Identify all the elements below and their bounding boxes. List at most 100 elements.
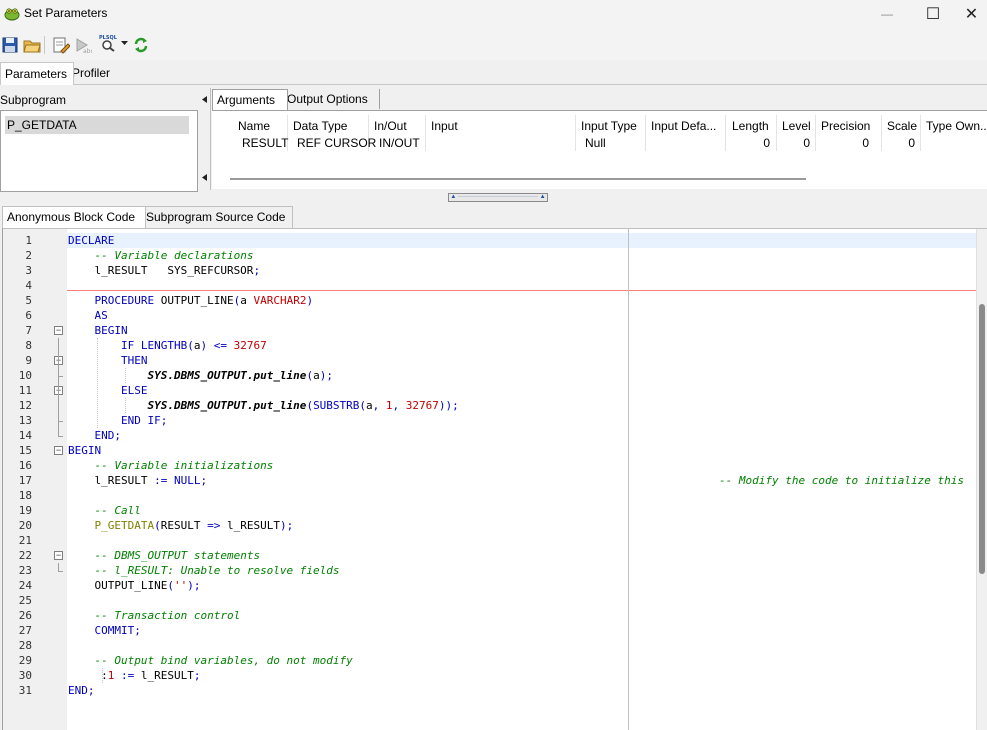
code-line[interactable]: -- Call	[68, 503, 141, 518]
code-line[interactable]: -- Transaction control	[68, 608, 241, 623]
code-line[interactable]: -- l_RESULT: Unable to resolve fields	[68, 563, 340, 578]
code-line[interactable]: -- Variable declarations	[68, 248, 254, 263]
line-number: 5	[25, 294, 32, 307]
col-header-type-owner[interactable]: Type Own...	[926, 117, 987, 135]
fold-toggle-icon[interactable]: −	[54, 551, 63, 560]
line-number: 21	[18, 534, 32, 547]
code-line[interactable]: l_RESULT SYS_REFCURSOR;	[68, 263, 260, 278]
current-line-highlight	[67, 233, 976, 248]
col-header-level[interactable]: Level	[782, 117, 811, 135]
debug-icon[interactable]: abc	[74, 36, 92, 54]
cell-length[interactable]: 0	[730, 135, 770, 151]
scroll-left-icon[interactable]	[202, 96, 208, 103]
col-header-name[interactable]: Name	[238, 117, 270, 135]
inline-comment: -- Modify the code to initialize this	[719, 474, 965, 487]
cell-name[interactable]: RESULT	[242, 135, 288, 151]
col-header-input[interactable]: Input	[431, 117, 458, 135]
fold-end-tick	[58, 436, 63, 437]
subprogram-list[interactable]: P_GETDATA	[0, 110, 198, 192]
code-line[interactable]: ELSE	[68, 383, 148, 398]
code-line[interactable]: END;	[68, 683, 95, 698]
code-line[interactable]: THEN	[68, 353, 148, 368]
maximize-icon: ☐	[925, 6, 941, 23]
code-line[interactable]: OUTPUT_LINE('');	[68, 578, 200, 593]
col-header-scale[interactable]: Scale	[887, 117, 917, 135]
splitter-handle[interactable]: ▲ ······································…	[448, 193, 548, 202]
cell-level[interactable]: 0	[780, 135, 810, 151]
code-line[interactable]: END;	[68, 428, 122, 443]
col-separator	[920, 115, 921, 151]
col-header-input-default[interactable]: Input Defa...	[651, 117, 721, 135]
code-line[interactable]: PROCEDURE OUTPUT_LINE(a VARCHAR2)	[68, 293, 314, 308]
indent-guide	[102, 668, 104, 683]
tab-arguments[interactable]: Arguments	[212, 89, 288, 110]
fold-range-line	[58, 563, 59, 571]
edit-icon[interactable]	[52, 36, 70, 54]
open-folder-icon[interactable]	[23, 36, 41, 54]
window-title: Set Parameters	[24, 6, 108, 20]
line-number: 23	[18, 564, 32, 577]
fold-end-tick	[58, 571, 63, 572]
code-line[interactable]: DECLARE	[68, 233, 114, 248]
fold-toggle-icon[interactable]: −	[54, 326, 63, 335]
line-number: 4	[25, 279, 32, 292]
line-number: 2	[25, 249, 32, 262]
cell-data-type[interactable]: REF CURSOR	[297, 135, 376, 151]
code-line[interactable]: l_RESULT := NULL;	[68, 473, 207, 488]
code-line[interactable]: -- Variable initializations	[68, 458, 274, 473]
args-scroll-strip[interactable]	[200, 88, 211, 190]
code-line[interactable]: END IF;	[68, 413, 167, 428]
tab-parameters[interactable]: Parameters	[0, 62, 74, 85]
code-line[interactable]: -- Output bind variables, do not modify	[68, 653, 353, 668]
tab-output-options[interactable]: Output Options	[283, 89, 380, 109]
minimize-button[interactable]: —	[864, 0, 910, 28]
code-line[interactable]: SYS.DBMS_OUTPUT.put_line(a);	[68, 368, 332, 383]
tab-subprogram-source-code[interactable]: Subprogram Source Code	[141, 206, 293, 228]
code-line[interactable]: :1 := l_RESULT;	[68, 668, 200, 683]
col-header-in-out[interactable]: In/Out	[374, 117, 407, 135]
cell-in-out[interactable]: IN/OUT	[379, 135, 420, 151]
code-line[interactable]: -- DBMS_OUTPUT statements	[68, 548, 261, 563]
line-number: 26	[18, 609, 32, 622]
cell-input-type[interactable]: Null	[585, 135, 606, 151]
line-number: 20	[18, 519, 32, 532]
cell-scale[interactable]: 0	[885, 135, 915, 151]
col-header-data-type[interactable]: Data Type	[293, 117, 347, 135]
fold-toggle-icon[interactable]: −	[54, 446, 63, 455]
maximize-button[interactable]: ☐	[910, 0, 956, 28]
col-header-precision[interactable]: Precision	[821, 117, 870, 135]
tab-anonymous-block-code[interactable]: Anonymous Block Code	[2, 206, 146, 228]
horizontal-scrollbar[interactable]	[230, 178, 806, 180]
close-button[interactable]: ✕	[956, 0, 987, 28]
code-editor[interactable]: 1 DECLARE 2 -- Variable declarations 3 l_RE…	[2, 228, 987, 730]
fold-range-line	[58, 398, 59, 421]
col-header-input-type[interactable]: Input Type	[581, 117, 637, 135]
col-header-length[interactable]: Length	[732, 117, 769, 135]
right-margin-line	[628, 229, 629, 730]
line-number: 11	[18, 384, 32, 397]
cell-precision[interactable]: 0	[819, 135, 869, 151]
code-line[interactable]: BEGIN	[68, 323, 128, 338]
code-line[interactable]: COMMIT;	[68, 623, 141, 638]
tab-divider	[0, 84, 987, 85]
code-line[interactable]: BEGIN	[68, 443, 101, 458]
line-number: 8	[25, 339, 32, 352]
error-marker-line	[67, 290, 976, 291]
dbms-output-icon[interactable]: PLSQL	[99, 34, 117, 52]
tab-profiler[interactable]: Profiler	[68, 62, 122, 84]
toolbar-separator	[44, 36, 45, 54]
code-line[interactable]: AS	[68, 308, 108, 323]
refresh-icon[interactable]	[132, 36, 150, 54]
line-number: 31	[18, 684, 32, 697]
subprogram-item[interactable]: P_GETDATA	[5, 116, 189, 134]
vertical-scrollbar[interactable]	[976, 229, 987, 730]
code-line[interactable]: P_GETDATA(RESULT => l_RESULT);	[68, 518, 294, 533]
dropdown-arrow-icon[interactable]	[121, 41, 128, 46]
line-number: 14	[18, 429, 32, 442]
vertical-scrollbar-thumb[interactable]	[979, 304, 985, 574]
scroll-left-icon[interactable]	[202, 174, 208, 181]
close-icon: ✕	[964, 6, 979, 23]
svg-text:abc: abc	[83, 48, 92, 54]
line-number: 19	[18, 504, 32, 517]
save-icon[interactable]	[1, 36, 19, 54]
